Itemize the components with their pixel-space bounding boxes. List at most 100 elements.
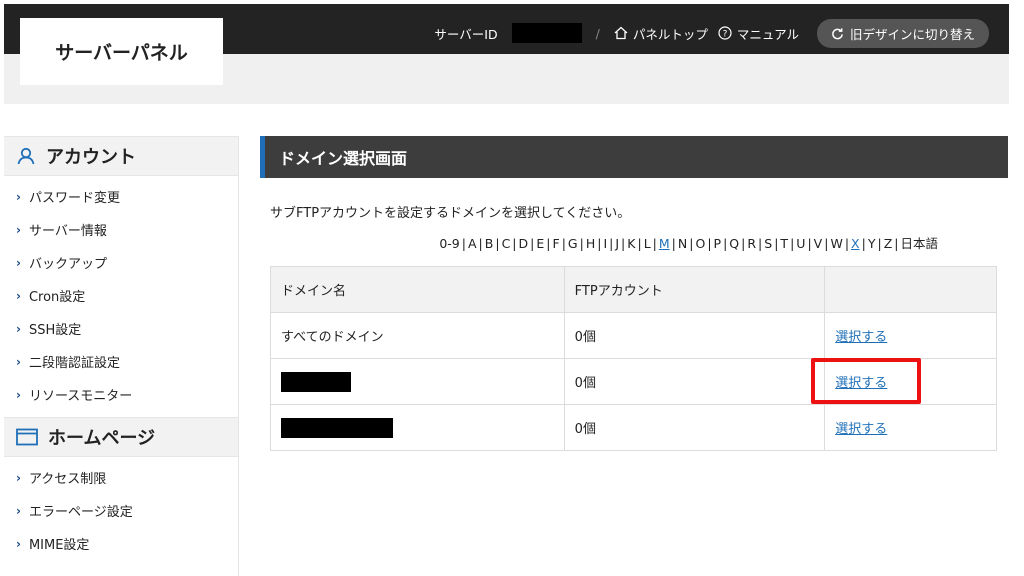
panel-top-link[interactable]: パネルトップ: [614, 24, 708, 43]
action-cell: 選択する: [824, 404, 997, 451]
sidebar-item-label: MIME設定: [28, 538, 90, 553]
alpha-filter-item: K: [627, 236, 636, 251]
select-link[interactable]: 選択する: [835, 376, 887, 391]
alpha-filter-item: J: [615, 236, 620, 251]
alpha-separator: |: [637, 236, 642, 251]
table-row: 0個 選択する: [270, 358, 997, 405]
alpha-separator: |: [774, 236, 779, 251]
alpha-filter-item: W: [830, 236, 843, 251]
chevron-right-icon: ›: [16, 503, 21, 518]
alpha-filter-item: U: [796, 236, 806, 251]
old-design-button[interactable]: 旧デザインに切り替え: [816, 18, 989, 48]
alpha-separator: |: [723, 236, 728, 251]
sidebar-item-label: エラーページ設定: [28, 505, 133, 520]
alpha-separator: |: [546, 236, 551, 251]
alpha-separator: |: [495, 236, 500, 251]
account-heading: アカウント: [4, 136, 238, 176]
chevron-right-icon: ›: [16, 189, 21, 204]
alpha-filter-item: P: [713, 236, 722, 251]
alpha-separator: |: [579, 236, 584, 251]
alpha-filter-item: 0-9: [439, 236, 460, 251]
alpha-filter-item: O: [695, 236, 706, 251]
sidebar-item-server-info[interactable]: › サーバー情報: [4, 213, 238, 246]
alpha-separator: |: [758, 236, 763, 251]
alpha-separator: |: [689, 236, 694, 251]
account-heading-label: アカウント: [46, 147, 136, 168]
home-icon: [614, 26, 628, 40]
svg-text:?: ?: [722, 29, 727, 39]
ftp-count-cell: 0個: [563, 312, 826, 359]
alpha-separator: |: [512, 236, 517, 251]
server-id-label: サーバーID: [434, 26, 498, 42]
ftp-count-cell: 0個: [563, 358, 826, 405]
page-title: ドメイン選択画面: [260, 136, 1008, 178]
sidebar-item-label: Cron設定: [28, 290, 86, 305]
header-links: サーバーID / パネルトップ ? マニュアル 旧デザインに切り替え: [434, 8, 989, 58]
alpha-filter-item: A: [467, 236, 477, 251]
alpha-filter-item: V: [813, 236, 823, 251]
table-row: すべてのドメイン 0個 選択する: [270, 312, 997, 359]
sidebar-item-error-page[interactable]: › エラーページ設定: [4, 494, 238, 527]
alpha-separator: |: [461, 236, 466, 251]
alpha-filter-item: S: [764, 236, 773, 251]
sidebar-item-mime[interactable]: › MIME設定: [4, 527, 238, 560]
alpha-filter-item[interactable]: M: [659, 236, 670, 251]
sidebar-item-ssh[interactable]: › SSH設定: [4, 312, 238, 345]
panel-top-label: パネルトップ: [632, 26, 708, 42]
alpha-filter-item: N: [677, 236, 688, 251]
browser-window-icon: [16, 428, 38, 446]
sidebar-item-password[interactable]: › パスワード変更: [4, 180, 238, 213]
alpha-filter-item: I: [603, 236, 608, 251]
sidebar-item-label: リソースモニター: [28, 389, 133, 404]
alpha-filter-item[interactable]: X: [851, 236, 860, 251]
select-link[interactable]: 選択する: [835, 422, 887, 437]
alpha-filter-item: G: [567, 236, 578, 251]
alpha-separator: |: [609, 236, 614, 251]
redacted-domain: [281, 371, 351, 392]
sidebar-item-access-control[interactable]: › アクセス制限: [4, 461, 238, 494]
sidebar-item-label: サーバー情報: [28, 224, 107, 239]
select-link[interactable]: 選択する: [835, 330, 887, 345]
domain-table: ドメイン名 FTPアカウント すべてのドメイン 0個 選択する 0個 選択する …: [270, 266, 997, 451]
homepage-menu: › アクセス制限 › エラーページ設定 › MIME設定: [4, 457, 238, 566]
switch-icon: [832, 27, 843, 39]
sidebar-item-resource-monitor[interactable]: › リソースモニター: [4, 378, 238, 411]
alpha-filter-item: Z: [883, 236, 893, 251]
homepage-heading-label: ホームページ: [48, 428, 156, 449]
alpha-separator: |: [741, 236, 746, 251]
action-cell: 選択する: [824, 358, 997, 405]
alpha-filter-item: T: [780, 236, 789, 251]
alpha-filter-item: D: [518, 236, 529, 251]
alpha-separator: |: [652, 236, 657, 251]
manual-link[interactable]: ? マニュアル: [718, 24, 799, 43]
domain-cell: [270, 358, 565, 405]
alpha-separator: |: [671, 236, 676, 251]
alpha-separator: |: [597, 236, 602, 251]
alpha-filter-item: F: [552, 236, 560, 251]
logo[interactable]: サーバーパネル: [20, 18, 223, 85]
alpha-separator: |: [877, 236, 882, 251]
sidebar-item-cron[interactable]: › Cron設定: [4, 279, 238, 312]
sidebar-item-label: 二段階認証設定: [28, 356, 120, 371]
chevron-right-icon: ›: [16, 288, 21, 303]
old-design-label: 旧デザインに切り替え: [849, 26, 975, 42]
alpha-filter-item: R: [747, 236, 757, 251]
sidebar-item-backup[interactable]: › バックアップ: [4, 246, 238, 279]
chevron-right-icon: ›: [16, 470, 21, 485]
alpha-filter-item: B: [484, 236, 494, 251]
chevron-right-icon: ›: [16, 255, 21, 270]
sidebar-item-label: アクセス制限: [28, 472, 107, 487]
alpha-filter-item: Q: [729, 236, 740, 251]
domain-cell: [270, 404, 565, 451]
column-header-domain: ドメイン名: [270, 266, 565, 313]
alpha-separator: |: [530, 236, 535, 251]
alpha-separator: |: [861, 236, 866, 251]
alpha-filter-item: L: [643, 236, 651, 251]
homepage-heading: ホームページ: [4, 417, 238, 457]
instructions-text: サブFTPアカウントを設定するドメインを選択してください。: [270, 206, 631, 221]
sidebar-item-2fa[interactable]: › 二段階認証設定: [4, 345, 238, 378]
user-icon: [17, 147, 35, 165]
manual-label: マニュアル: [736, 26, 799, 42]
account-menu: › パスワード変更 › サーバー情報 › バックアップ › Cron設定 › SSH設定 …: [4, 176, 238, 417]
sidebar-item-label: バックアップ: [28, 257, 107, 272]
